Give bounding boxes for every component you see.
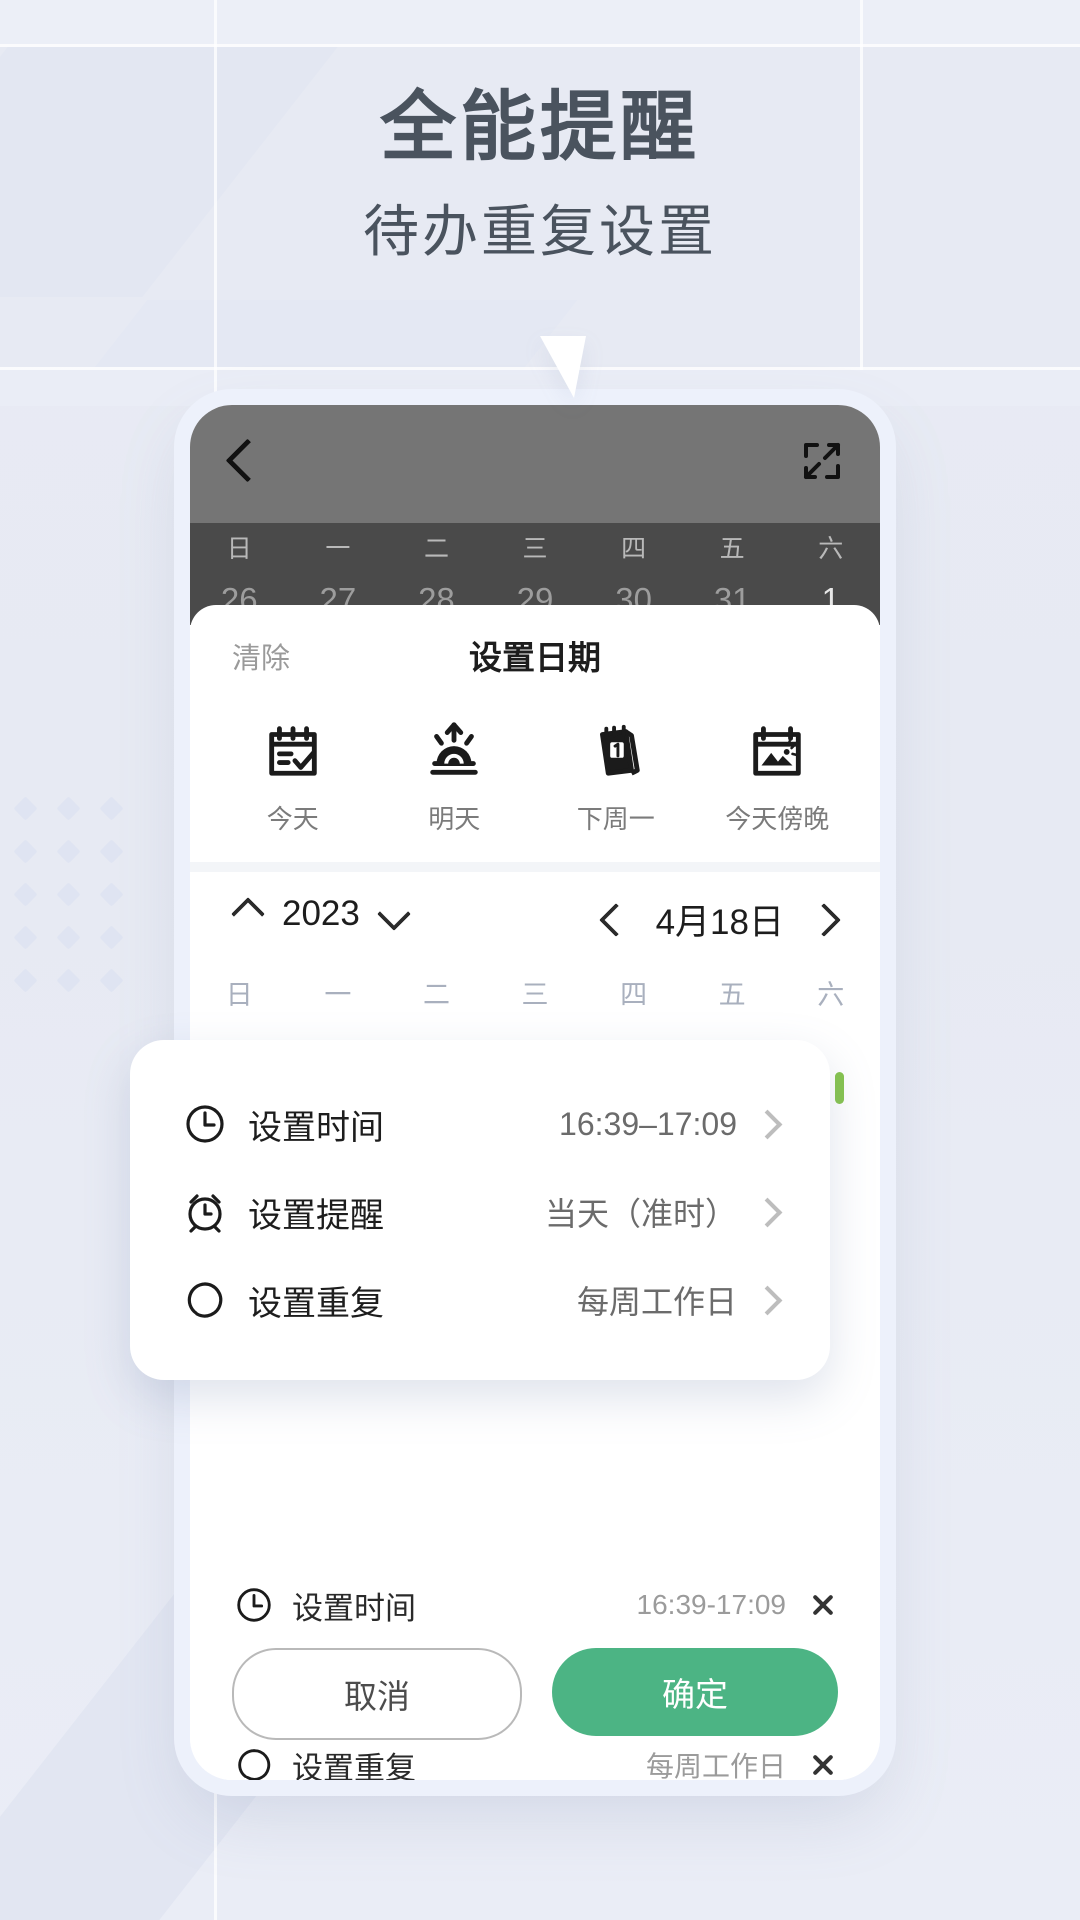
sheet-footer: 取消 确定 [190,1648,880,1740]
bg-horizontal-line-top [0,44,1080,47]
attribute-value: 每周工作日 [645,1751,786,1780]
bg-band-top [0,0,1080,44]
tooltip-row-set-time[interactable]: 设置时间 16:39–17:09 [182,1080,783,1168]
bg-diagonal-two [92,300,578,370]
weekday-label: 二 [422,980,450,1010]
year-stepper: 2023 [231,894,411,934]
close-icon[interactable] [808,1750,838,1780]
date-stepper: 4月18日 [598,894,841,945]
chevron-up-icon[interactable] [231,897,265,931]
tooltip-row-value: 16:39–17:09 [559,1105,737,1142]
clock-icon [232,1583,276,1627]
calendar-weekday-header: 日 一 二 三 四 五 六 [190,964,880,1026]
quick-action-next-monday[interactable]: 下周一 [535,713,697,836]
weekday-label: 五 [718,980,746,1010]
cancel-button[interactable]: 取消 [232,1648,522,1740]
dim-weekday: 五 [719,535,745,563]
quick-action-this-evening[interactable]: 今天傍晚 [697,713,859,836]
weekday-label: 六 [817,980,845,1010]
calendar-sunset-icon [697,713,859,787]
chevron-right-icon[interactable] [752,1197,783,1227]
dim-weekday: 二 [423,535,449,563]
quick-action-label: 今天 [266,804,319,834]
table-row[interactable]: 设置时间 16:39-17:09 [232,1565,838,1645]
quick-action-row: 今天 明天 下周一 今天傍晚 [190,701,880,862]
calendar-day-one-icon [535,713,697,787]
tooltip-row-label: 设置时间 [248,1108,384,1147]
chevron-right-icon[interactable] [807,902,841,937]
selection-indicator [835,1072,844,1104]
weekday-label: 四 [620,980,648,1010]
attribute-value: 16:39-17:09 [636,1589,786,1620]
expand-fullscreen-icon[interactable] [802,441,842,481]
chevron-right-icon[interactable] [752,1109,783,1139]
tooltip-tail [540,336,586,398]
sheet-header: 清除 设置日期 [190,605,880,701]
chevron-down-icon[interactable] [376,897,411,931]
quick-action-label: 今天傍晚 [725,804,830,834]
weekday-label: 日 [225,980,253,1010]
dimmed-weekday-header: 日 一 二 三 四 五 六 [190,523,880,575]
confirm-button[interactable]: 确定 [552,1648,838,1736]
sunrise-icon [374,713,536,787]
dim-weekday: 三 [522,535,548,563]
year-month-nav: 2023 4月18日 [190,872,880,964]
dim-weekday: 日 [226,535,252,563]
tooltip-row-label: 设置提醒 [248,1196,384,1235]
page-title: 全能提醒 [380,85,700,170]
weekday-label: 一 [324,980,352,1010]
quick-action-today[interactable]: 今天 [212,713,374,836]
repeat-circle-icon [182,1277,228,1323]
chevron-left-icon[interactable] [225,438,270,483]
tooltip-card: 设置时间 16:39–17:09 设置提醒 当天（准时） 设置重复 每周工作日 [130,1040,830,1380]
dim-weekday: 一 [325,535,351,563]
quick-action-tomorrow[interactable]: 明天 [374,713,536,836]
alarm-icon [182,1189,228,1235]
date-value: 4月18日 [655,903,784,942]
tooltip-row-label: 设置重复 [248,1284,384,1323]
tooltip-top-padding [130,1040,830,1080]
section-divider [190,862,880,872]
quick-action-label: 明天 [428,804,481,834]
bg-dot-grid [0,796,124,993]
attribute-label: 设置时间 [292,1590,416,1626]
calendar-check-icon [212,713,374,787]
weekday-label: 三 [521,980,549,1010]
clock-icon [182,1101,228,1147]
close-icon[interactable] [808,1590,838,1620]
headings: 全能提醒 待办重复设置 [0,80,1080,267]
attribute-label: 设置重复 [292,1750,416,1781]
chevron-right-icon[interactable] [752,1285,783,1315]
tooltip-row-value: 每周工作日 [576,1284,737,1320]
app-navbar [190,405,880,523]
tooltip-row-value: 当天（准时） [544,1196,737,1232]
year-value: 2023 [282,894,360,933]
tooltip-row-set-repeat[interactable]: 设置重复 每周工作日 [182,1256,783,1344]
page-subtitle: 待办重复设置 [363,200,717,263]
chevron-left-icon[interactable] [598,902,633,937]
quick-action-label: 下周一 [576,804,655,834]
repeat-circle-icon [232,1743,276,1780]
sheet-title: 设置日期 [469,639,601,676]
tooltip-row-set-reminder[interactable]: 设置提醒 当天（准时） [182,1168,783,1256]
dim-weekday: 四 [621,535,647,563]
dim-weekday: 六 [818,535,844,563]
